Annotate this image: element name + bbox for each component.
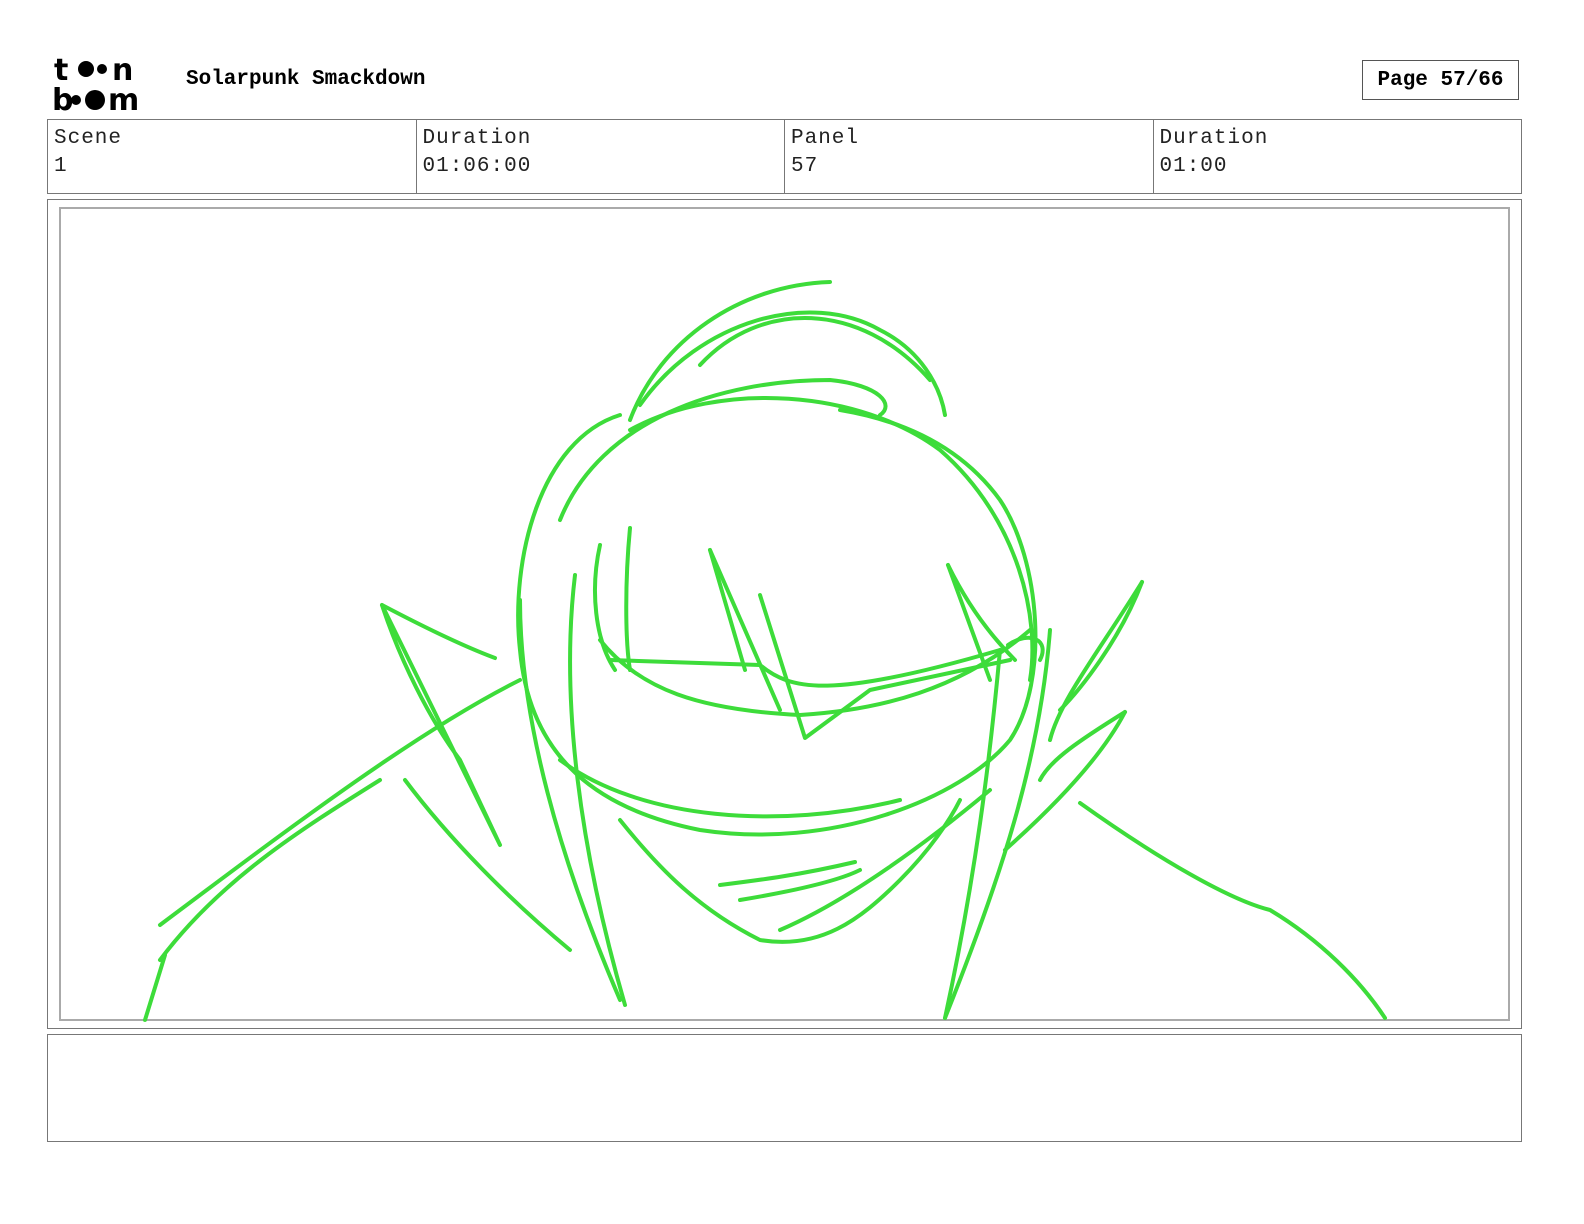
panel-notes-box xyxy=(47,1034,1522,1142)
